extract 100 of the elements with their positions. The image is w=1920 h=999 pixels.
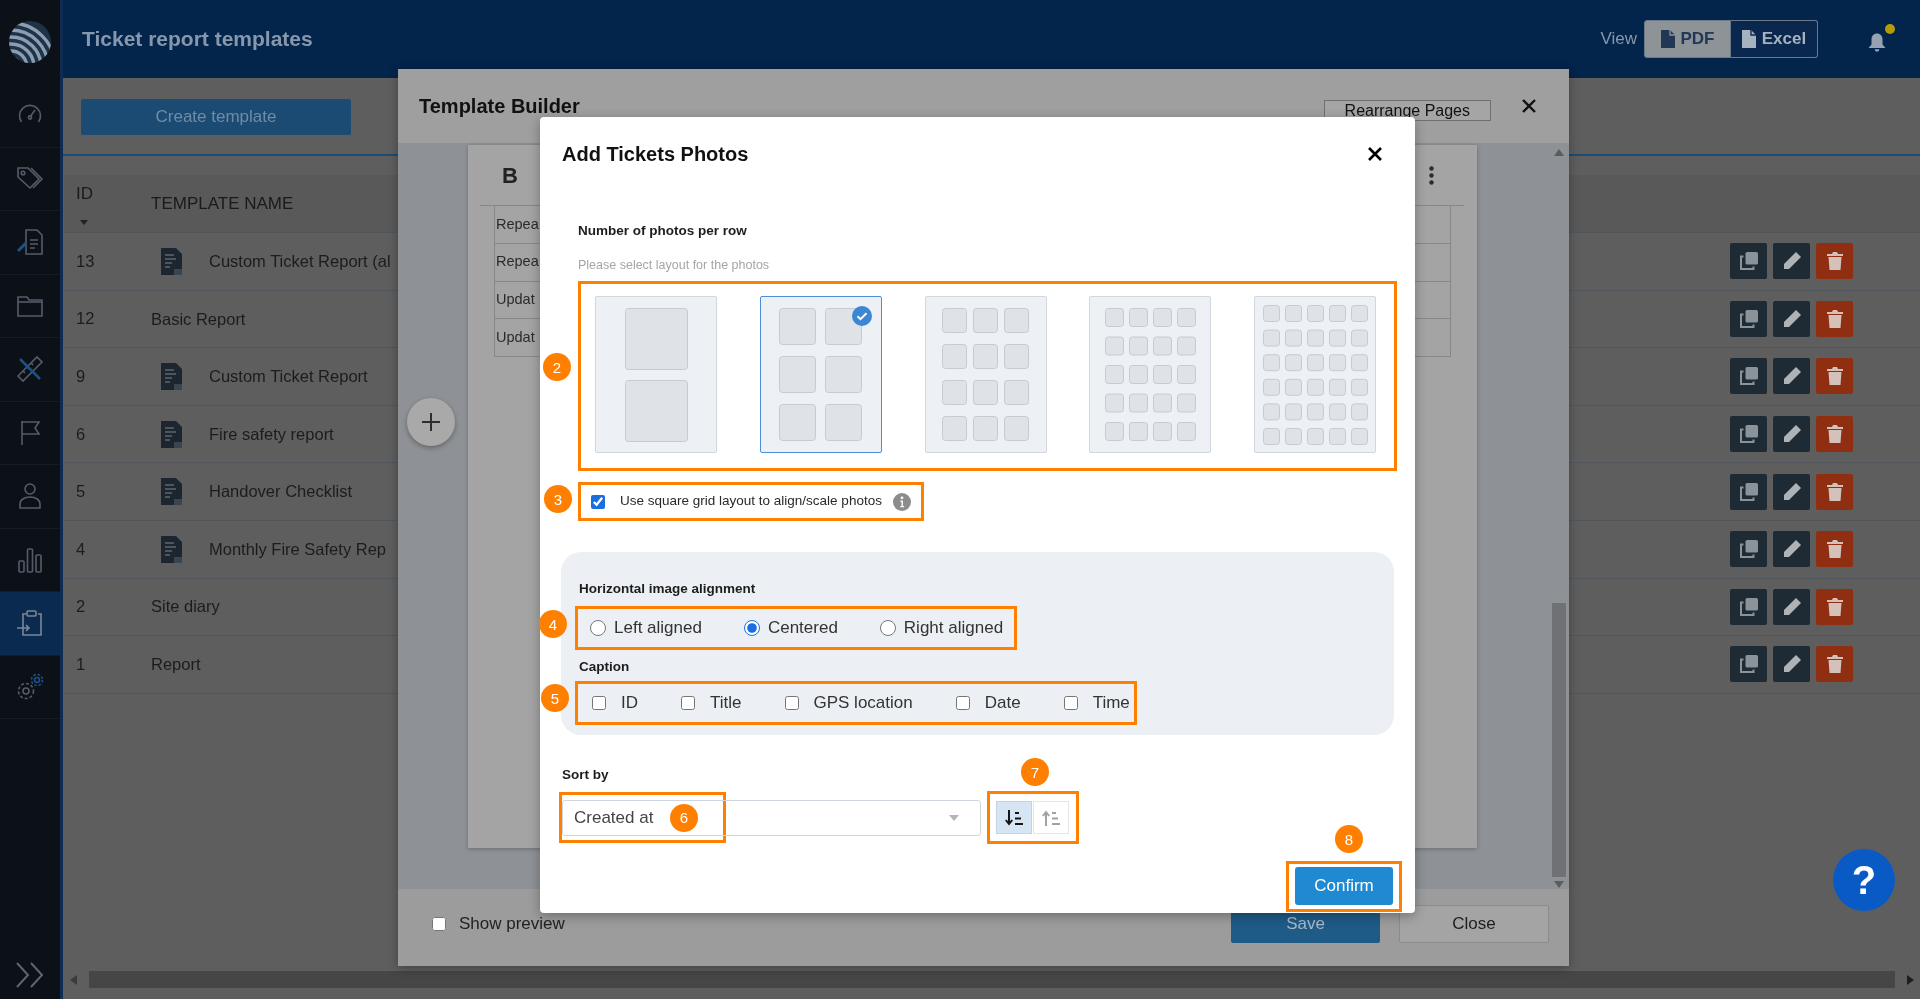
sidebar-item[interactable] bbox=[0, 592, 60, 656]
template-name: Custom Ticket Report (al bbox=[209, 250, 391, 272]
duplicate-button[interactable] bbox=[1730, 646, 1767, 683]
delete-button[interactable] bbox=[1816, 358, 1853, 395]
add-section-button[interactable] bbox=[407, 398, 455, 446]
checkbox[interactable] bbox=[681, 696, 695, 710]
step-marker: 2 bbox=[543, 353, 571, 381]
trash-icon bbox=[1826, 655, 1843, 674]
sort-ascending-icon bbox=[1042, 809, 1060, 826]
delete-button[interactable] bbox=[1816, 473, 1853, 510]
trash-icon bbox=[1826, 367, 1843, 386]
edit-button[interactable] bbox=[1773, 588, 1810, 625]
edit-button[interactable] bbox=[1773, 416, 1810, 453]
delete-button[interactable] bbox=[1816, 243, 1853, 280]
edit-button[interactable] bbox=[1773, 531, 1810, 568]
pencil-icon bbox=[1782, 597, 1801, 616]
copy-icon bbox=[1739, 425, 1758, 444]
delete-button[interactable] bbox=[1816, 416, 1853, 453]
duplicate-button[interactable] bbox=[1730, 358, 1767, 395]
checkbox[interactable] bbox=[591, 494, 605, 509]
file-icon bbox=[1660, 30, 1675, 48]
sort-descending-icon bbox=[1005, 809, 1023, 826]
duplicate-button[interactable] bbox=[1730, 473, 1767, 510]
template-name: Custom Ticket Report bbox=[209, 366, 368, 388]
clipboard-icon bbox=[16, 609, 44, 638]
confirm-button[interactable]: Confirm bbox=[1295, 867, 1393, 905]
checkbox-label: Time bbox=[1092, 692, 1130, 715]
template-id: 5 bbox=[76, 482, 86, 501]
edit-button[interactable] bbox=[1773, 358, 1810, 395]
page-title: Ticket report templates bbox=[82, 26, 313, 53]
radio-button[interactable] bbox=[879, 620, 896, 636]
template-id: 9 bbox=[76, 367, 86, 385]
scrollbar-thumb[interactable] bbox=[89, 971, 1895, 988]
trash-icon bbox=[1826, 309, 1843, 328]
checkbox-label: Use square grid layout to align/scale photos bbox=[620, 492, 882, 511]
duplicate-button[interactable] bbox=[1730, 588, 1767, 625]
rearrange-pages-button[interactable]: Rearrange Pages bbox=[1323, 100, 1491, 121]
edit-button[interactable] bbox=[1773, 300, 1810, 337]
step-marker: 8 bbox=[1335, 825, 1363, 853]
file-icon bbox=[1741, 30, 1756, 48]
double-chevron-icon[interactable] bbox=[15, 962, 45, 988]
checkbox[interactable] bbox=[432, 917, 446, 931]
layout-option[interactable] bbox=[759, 296, 882, 453]
duplicate-button[interactable] bbox=[1730, 531, 1767, 568]
bold-button[interactable]: B bbox=[502, 158, 518, 192]
delete-button[interactable] bbox=[1816, 588, 1853, 625]
copy-icon bbox=[1739, 309, 1758, 328]
delete-button[interactable] bbox=[1816, 531, 1853, 568]
template-name: Handover Checklist bbox=[209, 481, 353, 503]
info-icon[interactable] bbox=[892, 492, 911, 511]
checkbox-label: Show preview bbox=[459, 913, 565, 936]
copy-icon bbox=[1739, 482, 1758, 501]
scrollbar-thumb[interactable] bbox=[1552, 603, 1566, 877]
sort-order-button[interactable] bbox=[996, 801, 1032, 834]
template-id: 2 bbox=[76, 597, 86, 616]
close-icon[interactable] bbox=[1522, 99, 1536, 113]
duplicate-button[interactable] bbox=[1730, 416, 1767, 453]
delete-button[interactable] bbox=[1816, 300, 1853, 337]
view-label: View bbox=[1600, 28, 1637, 51]
close-icon[interactable] bbox=[1368, 147, 1382, 161]
dropdown-caret-icon bbox=[949, 814, 959, 821]
section-label: Sort by bbox=[562, 766, 609, 784]
template-name: Monthly Fire Safety Rep bbox=[209, 538, 386, 560]
more-icon[interactable] bbox=[1429, 165, 1434, 185]
trash-icon bbox=[1826, 252, 1843, 271]
section-label: Horizontal image alignment bbox=[579, 580, 756, 598]
checkbox[interactable] bbox=[592, 696, 606, 710]
pencil-icon bbox=[1782, 425, 1801, 444]
checkbox[interactable] bbox=[955, 696, 970, 710]
duplicate-button[interactable] bbox=[1730, 243, 1767, 280]
edit-button[interactable] bbox=[1773, 243, 1810, 280]
template-name: Fire safety report bbox=[209, 423, 334, 445]
page-row-text: Repea bbox=[496, 252, 539, 272]
copy-icon bbox=[1739, 540, 1758, 559]
checkbox[interactable] bbox=[784, 696, 799, 710]
duplicate-button[interactable] bbox=[1730, 300, 1767, 337]
view-toggle[interactable]: PDF bbox=[1644, 20, 1731, 58]
view-toggle[interactable]: Excel bbox=[1731, 20, 1818, 58]
trash-icon bbox=[1826, 425, 1843, 444]
pencil-icon bbox=[1782, 367, 1801, 386]
radio-button[interactable] bbox=[743, 620, 760, 636]
scroll-right-icon[interactable] bbox=[1907, 974, 1914, 985]
page-row-text: Repea bbox=[496, 214, 539, 234]
delete-button[interactable] bbox=[1816, 646, 1853, 683]
logo-icon bbox=[9, 21, 51, 63]
trash-icon bbox=[1826, 482, 1843, 501]
checkbox-label: Date bbox=[984, 692, 1021, 715]
checkbox[interactable] bbox=[1063, 696, 1078, 710]
step-marker: 3 bbox=[544, 485, 572, 513]
checkbox-label: GPS location bbox=[813, 692, 913, 715]
radio-button[interactable] bbox=[590, 620, 606, 636]
copy-icon bbox=[1739, 252, 1758, 271]
pencil-icon bbox=[1782, 309, 1801, 328]
hint-text: Please select layout for the photos bbox=[578, 257, 770, 273]
edit-button[interactable] bbox=[1773, 473, 1810, 510]
edit-button[interactable] bbox=[1773, 646, 1810, 683]
gears-icon bbox=[16, 672, 44, 701]
notification-bell-icon[interactable] bbox=[1868, 32, 1886, 52]
step-marker: 4 bbox=[539, 610, 567, 638]
footer-button[interactable]: Close bbox=[1399, 905, 1549, 943]
